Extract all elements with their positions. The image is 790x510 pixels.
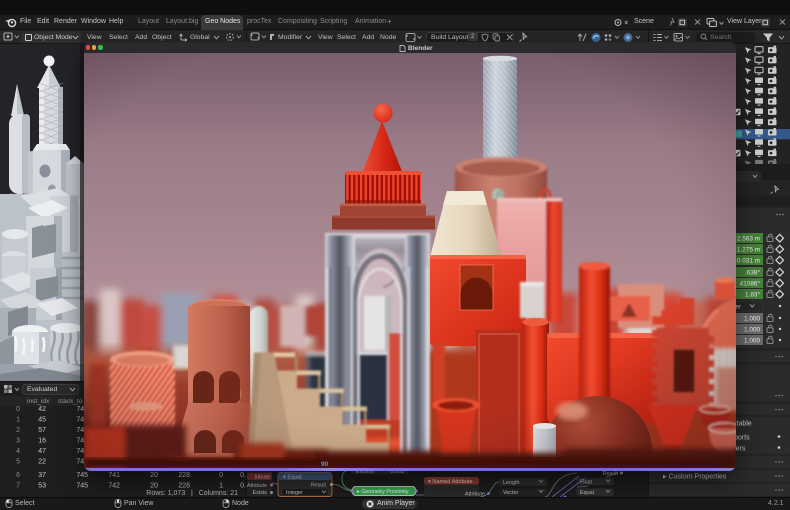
svg-text:2: 2 <box>16 427 20 434</box>
svg-text:Attribute: Attribute <box>465 492 485 498</box>
svg-text:Equal: Equal <box>580 490 594 496</box>
svg-text:Exists: Exists <box>253 490 268 496</box>
svg-text:▸ Custom Properties: ▸ Custom Properties <box>663 474 727 481</box>
svg-text:5: 5 <box>16 459 20 466</box>
svg-text:1.000: 1.000 <box>744 327 760 334</box>
svg-text:1: 1 <box>219 483 223 490</box>
svg-text:47: 47 <box>38 448 46 455</box>
svg-text:1: 1 <box>16 417 20 424</box>
svg-text:3: 3 <box>16 438 20 445</box>
svg-text:57: 57 <box>38 427 46 434</box>
svg-text:42: 42 <box>38 406 46 413</box>
svg-text:Length: Length <box>503 480 520 486</box>
svg-text:tribute: tribute <box>254 475 270 481</box>
svg-text:745: 745 <box>76 483 88 490</box>
svg-text:Integer: Integer <box>286 490 303 496</box>
svg-text:742: 742 <box>108 483 120 490</box>
svg-text:1.000: 1.000 <box>744 338 760 345</box>
svg-text:▾ Named Attribute: ▾ Named Attribute <box>428 479 472 485</box>
svg-text:228: 228 <box>178 472 190 479</box>
svg-text:228: 228 <box>178 483 190 490</box>
svg-text:45: 45 <box>38 417 46 424</box>
svg-text:Vector: Vector <box>503 490 518 496</box>
svg-text:0: 0 <box>16 406 20 413</box>
svg-text:1.000: 1.000 <box>744 316 760 323</box>
svg-text:22: 22 <box>38 459 46 466</box>
svg-text:20: 20 <box>150 472 158 479</box>
svg-text:4: 4 <box>16 448 20 455</box>
svg-text:2.563 m: 2.563 m <box>737 236 760 243</box>
svg-text:Result: Result <box>311 483 327 489</box>
svg-text:1.83°: 1.83° <box>745 291 760 299</box>
svg-text:Result: Result <box>603 471 619 477</box>
svg-text:16: 16 <box>38 438 46 445</box>
svg-text:.638°: .638° <box>745 269 760 277</box>
svg-text:741: 741 <box>108 472 120 479</box>
svg-text:20: 20 <box>150 483 158 490</box>
svg-text:7: 7 <box>16 483 20 490</box>
svg-text:0.: 0. <box>240 483 246 490</box>
svg-text:0.: 0. <box>240 472 246 479</box>
svg-text:Rows: 1,073 | Columns: 21: Rows: 1,073 | Columns: 21 <box>146 490 238 497</box>
svg-text:745: 745 <box>76 472 88 479</box>
svg-text:6: 6 <box>16 472 20 479</box>
svg-text:1.275 m: 1.275 m <box>737 247 760 254</box>
svg-text:▸ Geometry Proximity: ▸ Geometry Proximity <box>357 489 409 495</box>
svg-text:37: 37 <box>38 472 46 479</box>
svg-text:0: 0 <box>219 472 223 479</box>
svg-text:▾ Equal: ▾ Equal <box>283 475 302 481</box>
svg-text:Attribute: Attribute <box>247 483 267 489</box>
svg-text:0.031 m: 0.031 m <box>737 258 760 265</box>
svg-text:41086°: 41086° <box>740 280 761 288</box>
svg-text:53: 53 <box>38 483 46 490</box>
